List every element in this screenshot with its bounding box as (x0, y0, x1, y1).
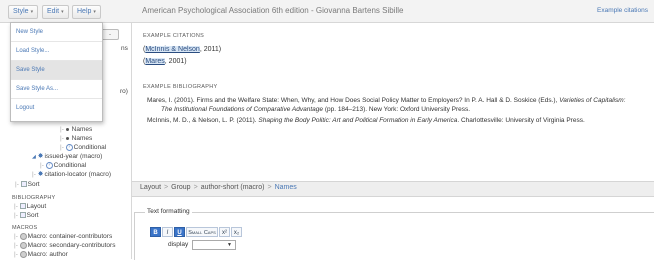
tree-item-partial: ro) (120, 88, 128, 95)
entry-title: Varieties of Capitalism: (559, 97, 626, 104)
collapse-button[interactable]: - (101, 29, 119, 40)
style-menu-button[interactable]: Style ▾ (8, 5, 39, 19)
tree-item-layout[interactable]: |- Layout (14, 202, 46, 211)
tree-item-names[interactable]: |- Names (60, 125, 92, 134)
macro-icon (19, 241, 27, 249)
style-dropdown-menu: New Style Load Style... Save Style Save … (10, 22, 103, 122)
chevron-down-icon: ▾ (61, 9, 64, 15)
example-citations-link[interactable]: Example citations (597, 0, 648, 22)
menu-item-new-style[interactable]: New Style (11, 23, 102, 42)
sort-icon (19, 212, 26, 219)
tree-item-label: Names (71, 135, 93, 142)
tree-item-label: Macro: author (27, 251, 68, 258)
tree-item-label: issued-year (macro) (44, 153, 103, 161)
menu-item-logout[interactable]: Logout (11, 99, 102, 118)
tree-item-label: Sort (26, 212, 39, 219)
subscript-button[interactable]: x₂ (231, 227, 242, 237)
bibliography-entry-continued: The Institutional Foundations of Compara… (161, 106, 470, 113)
macros-section-heading: MACROS (12, 225, 38, 231)
layout-icon (19, 203, 26, 210)
citation-text: , 2001) (164, 58, 187, 65)
tree-item-names[interactable]: |- Names (60, 134, 92, 143)
entry-title: Shaping the Body Politic: Art and Politi… (258, 117, 458, 124)
tree-item-conditional[interactable]: |- ? Conditional (40, 161, 86, 170)
tree-item-macro[interactable]: |- Macro: author (14, 250, 68, 259)
help-menu-label: Help (77, 8, 92, 15)
chevron-down-icon: ▾ (30, 9, 34, 15)
menu-item-save-style[interactable]: Save Style (11, 61, 102, 80)
tree-item-sort[interactable]: |- Sort (15, 180, 40, 189)
citation-example: (McInnis & Nelson, 2011) (143, 46, 221, 53)
breadcrumb-separator: > (267, 184, 272, 191)
style-menu-label: Style (13, 8, 29, 15)
entry-title: The Institutional Foundations of Compara… (161, 106, 323, 113)
breadcrumb-item[interactable]: Group (171, 184, 190, 191)
text-formatting-legend: Text formatting (145, 208, 192, 215)
bibliography-entry: McInnis, M. D., & Nelson, L. P. (2011). … (147, 117, 585, 124)
edit-menu-button[interactable]: Edit ▾ (42, 5, 69, 19)
italic-button[interactable]: I (162, 227, 173, 237)
macro-icon (19, 250, 27, 258)
entry-text: Mares, I. (2001). Firms and the Welfare … (147, 97, 558, 104)
entry-text: . Charlottesville: University of Virgini… (457, 117, 585, 124)
breadcrumb-current[interactable]: Names (275, 184, 297, 191)
underline-button[interactable]: U (174, 227, 185, 237)
bold-button[interactable]: B (150, 227, 161, 237)
example-citations-heading: EXAMPLE CITATIONS (143, 33, 205, 39)
citation-example: (Mares, 2001) (143, 58, 187, 65)
citation-highlight[interactable]: Mares (145, 58, 165, 65)
breadcrumb: Layout > Group > author-short (macro) > Names (140, 184, 297, 191)
breadcrumb-separator: > (164, 184, 169, 191)
citation-highlight[interactable]: McInnis & Nelson (145, 46, 200, 53)
tree-item-label: Sort (27, 181, 40, 188)
conditional-icon: ? (45, 161, 53, 169)
bibliography-section-heading: BIBLIOGRAPHY (12, 195, 56, 201)
tree-item-citation-locator[interactable]: |- ✸citation-locator (macro) (32, 170, 111, 179)
conditional-icon: ? (65, 143, 73, 151)
entry-text: (pp. 184–213). New York: Oxford Universi… (324, 106, 471, 113)
help-menu-button[interactable]: Help ▾ (72, 5, 101, 19)
tree-item-label: citation-locator (macro) (44, 171, 112, 179)
chevron-down-icon: ▾ (93, 9, 96, 15)
sort-icon (20, 181, 27, 188)
tree-item-label: Layout (26, 203, 47, 210)
tree-item-label: Conditional (73, 144, 107, 151)
names-icon (65, 136, 69, 140)
breadcrumb-item[interactable]: Layout (140, 184, 161, 191)
tree-item-macro[interactable]: |- Macro: container-contributors (14, 232, 112, 241)
small-caps-button[interactable]: Small Caps (186, 227, 218, 237)
superscript-button[interactable]: x² (219, 227, 230, 237)
citation-text: , 2011) (199, 46, 222, 53)
macro-icon (19, 232, 27, 240)
tree-item-label: Conditional (53, 162, 87, 169)
tree-item-label: Macro: secondary-contributors (27, 242, 116, 249)
tree-item-macro[interactable]: |- Macro: secondary-contributors (14, 241, 115, 250)
menu-item-save-style-as[interactable]: Save Style As... (11, 80, 102, 99)
breadcrumb-item[interactable]: author-short (macro) (201, 184, 265, 191)
edit-menu-label: Edit (47, 8, 60, 15)
macro-icon: ✸ (37, 153, 44, 160)
example-bibliography-heading: EXAMPLE BIBLIOGRAPHY (143, 84, 218, 90)
chevron-down-icon: ▼ (227, 242, 232, 248)
bibliography-entry: Mares, I. (2001). Firms and the Welfare … (147, 97, 625, 104)
expand-icon: ◢ (32, 154, 36, 161)
breadcrumb-separator: > (193, 184, 198, 191)
menu-item-load-style[interactable]: Load Style... (11, 42, 102, 61)
entry-text: McInnis, M. D., & Nelson, L. P. (2011). (147, 117, 257, 124)
display-select[interactable]: ▼ (192, 240, 236, 250)
macro-icon: ✸ (37, 171, 44, 178)
tree-item-partial: ns (121, 45, 128, 52)
tree-item-label: Names (71, 126, 93, 133)
tree-item-sort[interactable]: |- Sort (14, 211, 39, 220)
names-icon (65, 127, 69, 131)
style-title: American Psychological Association 6th e… (142, 6, 404, 15)
tree-item-label: Macro: container-contributors (27, 233, 113, 240)
tree-item-conditional[interactable]: |- ? Conditional (60, 143, 106, 152)
display-label: display (168, 241, 189, 248)
